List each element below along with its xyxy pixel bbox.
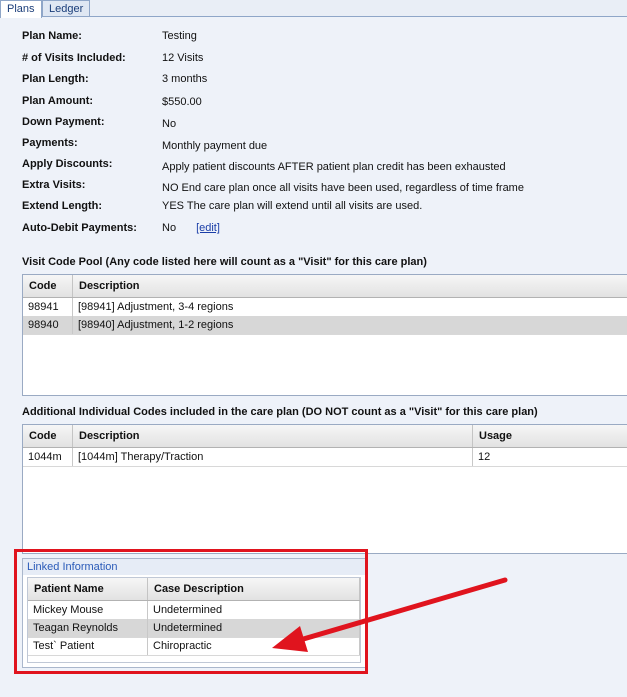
patient-name-cell: Test` Patient [28, 637, 148, 655]
auto-debit-value: No [edit] [162, 222, 220, 234]
extra-visits-label: Extra Visits: [22, 179, 86, 191]
auto-debit-label: Auto-Debit Payments: [22, 222, 137, 234]
additional-codes-title: Additional Individual Codes included in … [22, 406, 538, 418]
extra-visits-value: NO End care plan once all visits have be… [162, 182, 524, 194]
usage-cell: 12 [473, 448, 627, 466]
plan-amount-value: $550.00 [162, 96, 202, 108]
additional-codes-grid: Code Description Usage 1044m [1044m] The… [22, 424, 627, 554]
description-cell: [1044m] Therapy/Traction [73, 448, 473, 466]
down-payment-label: Down Payment: [22, 116, 105, 128]
column-header-code[interactable]: Code [23, 425, 73, 447]
payments-value: Monthly payment due [162, 140, 268, 152]
extend-length-value: YES The care plan will extend until all … [162, 200, 423, 212]
linked-information-panel: Linked Information Patient Name Case Des… [22, 558, 366, 668]
description-cell: [98941] Adjustment, 3-4 regions [73, 298, 627, 316]
patient-name-cell: Teagan Reynolds [28, 619, 148, 637]
edit-auto-debit-link[interactable]: [edit] [196, 222, 220, 234]
visit-pool-header: Code Description [23, 275, 627, 298]
code-cell: 1044m [23, 448, 73, 466]
table-row[interactable]: Test` Patient Chiropractic [28, 637, 360, 656]
payments-label: Payments: [22, 137, 78, 149]
case-description-cell: Undetermined [148, 619, 360, 637]
table-row[interactable]: Teagan Reynolds Undetermined [28, 619, 360, 638]
plan-length-label: Plan Length: [22, 73, 89, 85]
column-header-description[interactable]: Description [73, 425, 473, 447]
table-row[interactable]: 98941 [98941] Adjustment, 3-4 regions [23, 298, 627, 317]
linked-grid: Patient Name Case Description Mickey Mou… [27, 577, 361, 663]
additional-codes-header: Code Description Usage [23, 425, 627, 448]
visit-pool-title: Visit Code Pool (Any code listed here wi… [22, 256, 427, 268]
table-row[interactable]: 1044m [1044m] Therapy/Traction 12 [23, 448, 627, 467]
case-description-cell: Undetermined [148, 601, 360, 619]
table-row[interactable]: Mickey Mouse Undetermined [28, 601, 360, 620]
down-payment-value: No [162, 118, 177, 130]
case-description-cell: Chiropractic [148, 637, 360, 655]
visits-value: 12 Visits [162, 52, 204, 64]
description-cell: [98940] Adjustment, 1-2 regions [73, 316, 627, 334]
column-header-description[interactable]: Description [73, 275, 627, 297]
plan-length-value: 3 months [162, 73, 208, 85]
code-cell: 98941 [23, 298, 73, 316]
apply-discounts-value: Apply patient discounts AFTER patient pl… [162, 161, 506, 173]
table-row[interactable]: 98940 [98940] Adjustment, 1-2 regions [23, 316, 627, 335]
column-header-code[interactable]: Code [23, 275, 73, 297]
visit-pool-grid: Code Description 98941 [98941] Adjustmen… [22, 274, 627, 396]
linked-header: Patient Name Case Description [28, 578, 360, 601]
tab-bar: Plans Ledger [0, 0, 627, 18]
patient-name-cell: Mickey Mouse [28, 601, 148, 619]
tab-plans[interactable]: Plans [0, 0, 42, 18]
plan-name-value: Testing [162, 30, 197, 42]
column-header-case-description[interactable]: Case Description [148, 578, 360, 600]
linked-information-title: Linked Information [23, 559, 365, 575]
tab-ledger[interactable]: Ledger [42, 0, 91, 17]
extend-length-label: Extend Length: [22, 200, 103, 212]
plan-name-label: Plan Name: [22, 30, 82, 42]
column-header-patient-name[interactable]: Patient Name [28, 578, 148, 600]
plan-amount-label: Plan Amount: [22, 95, 94, 107]
visits-label: # of Visits Included: [22, 52, 126, 64]
code-cell: 98940 [23, 316, 73, 334]
auto-debit-status: No [162, 222, 177, 234]
column-header-usage[interactable]: Usage [473, 425, 627, 447]
apply-discounts-label: Apply Discounts: [22, 158, 113, 170]
